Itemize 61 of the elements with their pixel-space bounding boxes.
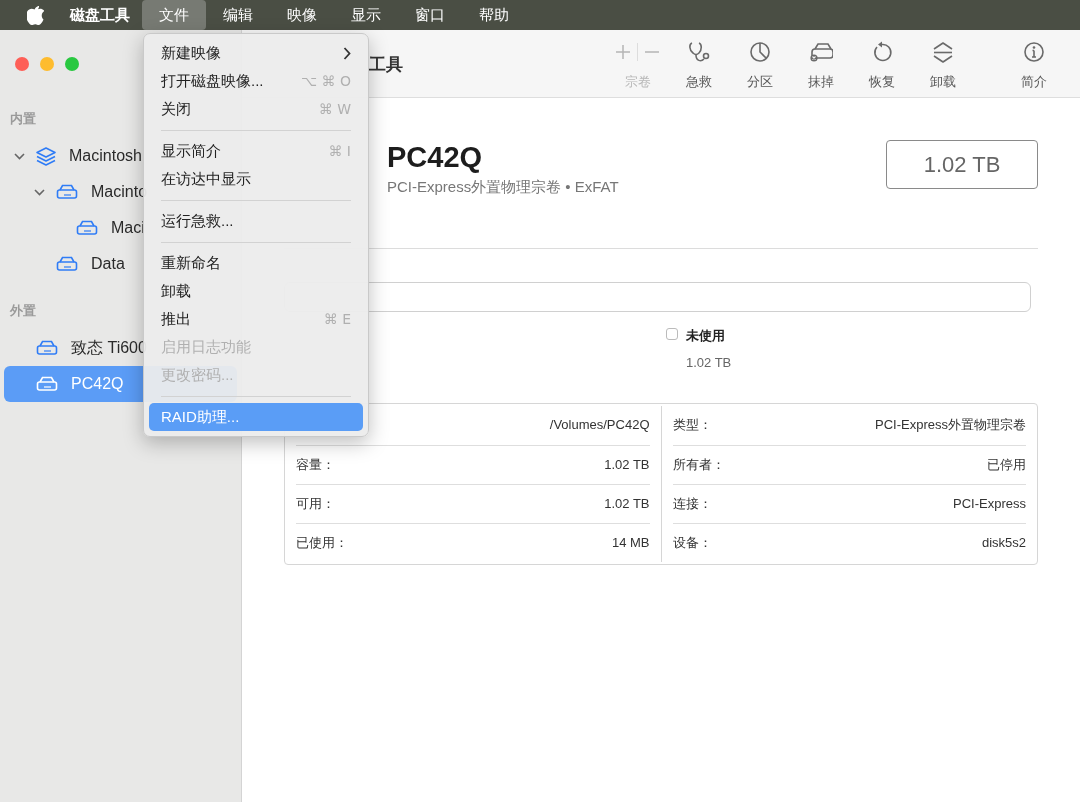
- chevron-icon[interactable]: [33, 188, 45, 196]
- menu-item[interactable]: 打开磁盘映像... ⌥ ⌘ O: [149, 67, 363, 95]
- drive-icon: [56, 184, 78, 200]
- shortcut-label: ⌘ E: [323, 309, 351, 329]
- menu-bar-item[interactable]: 窗口: [398, 0, 462, 30]
- drive-icon: [76, 220, 98, 236]
- chevron-icon[interactable]: [13, 152, 25, 160]
- menu-item[interactable]: 推出 ⌘ E: [149, 305, 363, 333]
- menu-bar-item[interactable]: 帮助: [462, 0, 526, 30]
- menu-bar-item[interactable]: 显示: [334, 0, 398, 30]
- section-header: 外置: [10, 301, 36, 320]
- layers-icon: [36, 146, 56, 166]
- info-value: 1.02 TB: [604, 455, 650, 474]
- volume-subtitle: PCI-Express外置物理宗卷 • ExFAT: [387, 177, 620, 197]
- info-label: 设备：: [672, 533, 712, 552]
- menu-item[interactable]: 卸载: [149, 277, 363, 305]
- pie-chart-icon[interactable]: [747, 41, 772, 63]
- info-label: 类型：: [672, 416, 712, 435]
- toolbar-label[interactable]: 急救: [685, 72, 712, 92]
- info-value: 1.02 TB: [604, 494, 650, 513]
- menu-bar-item[interactable]: 文件: [142, 0, 206, 30]
- menu-item[interactable]: 重新命名: [149, 249, 363, 277]
- legend-swatch: [666, 327, 678, 340]
- apple-logo-icon[interactable]: [27, 5, 44, 25]
- shortcut-label: ⌥ ⌘ O: [300, 71, 351, 91]
- toolbar-label[interactable]: 简介: [1021, 72, 1047, 92]
- menu-item[interactable]: 新建映像: [149, 39, 363, 67]
- info-label: 容量：: [296, 455, 335, 474]
- drive-icon: [56, 256, 78, 272]
- section-header: 内置: [10, 109, 36, 128]
- stethoscope-icon[interactable]: [686, 41, 711, 63]
- size-box: 1.02 TB: [886, 140, 1038, 189]
- menu-item[interactable]: 在访达中显示: [149, 165, 363, 193]
- toolbar-label[interactable]: 分区: [746, 72, 773, 92]
- info-label: 可用：: [296, 494, 335, 513]
- menu-bar-item[interactable]: 映像: [270, 0, 334, 30]
- info-label: 已使用：: [296, 533, 348, 552]
- menu-item[interactable]: 运行急救...: [149, 207, 363, 235]
- info-value: 14 MB: [611, 533, 650, 552]
- info-value: PCI-Express外置物理宗卷: [875, 416, 1026, 435]
- drive-icon: [36, 340, 58, 356]
- toolbar-label[interactable]: 卸载: [929, 72, 956, 92]
- info-value: 已停用: [987, 455, 1026, 474]
- info-value: disk5s2: [981, 533, 1026, 552]
- toolbar-label[interactable]: 抹掉: [807, 72, 834, 92]
- window-title: 工具: [369, 54, 403, 76]
- menu-bar-item[interactable]: 编辑: [206, 0, 270, 30]
- info-label: 所有者：: [672, 455, 725, 474]
- info-value: /Volumes/PC42Q: [549, 416, 650, 435]
- legend-label: 未使用: [686, 326, 726, 345]
- info-value: PCI-Express: [953, 494, 1026, 513]
- drive-x-icon[interactable]: [808, 41, 833, 63]
- info-label: 连接：: [672, 494, 712, 513]
- volume-name: PC42Q: [387, 140, 484, 174]
- drive-icon: [36, 376, 58, 392]
- shortcut-label: ⌘ W: [318, 99, 351, 119]
- legend-value: 1.02 TB: [686, 354, 732, 372]
- app-menu[interactable]: 磁盘工具: [68, 3, 132, 27]
- menu-item[interactable]: 关闭 ⌘ W: [149, 95, 363, 123]
- toolbar-label[interactable]: 恢复: [868, 72, 895, 92]
- info-icon[interactable]: [1022, 41, 1046, 63]
